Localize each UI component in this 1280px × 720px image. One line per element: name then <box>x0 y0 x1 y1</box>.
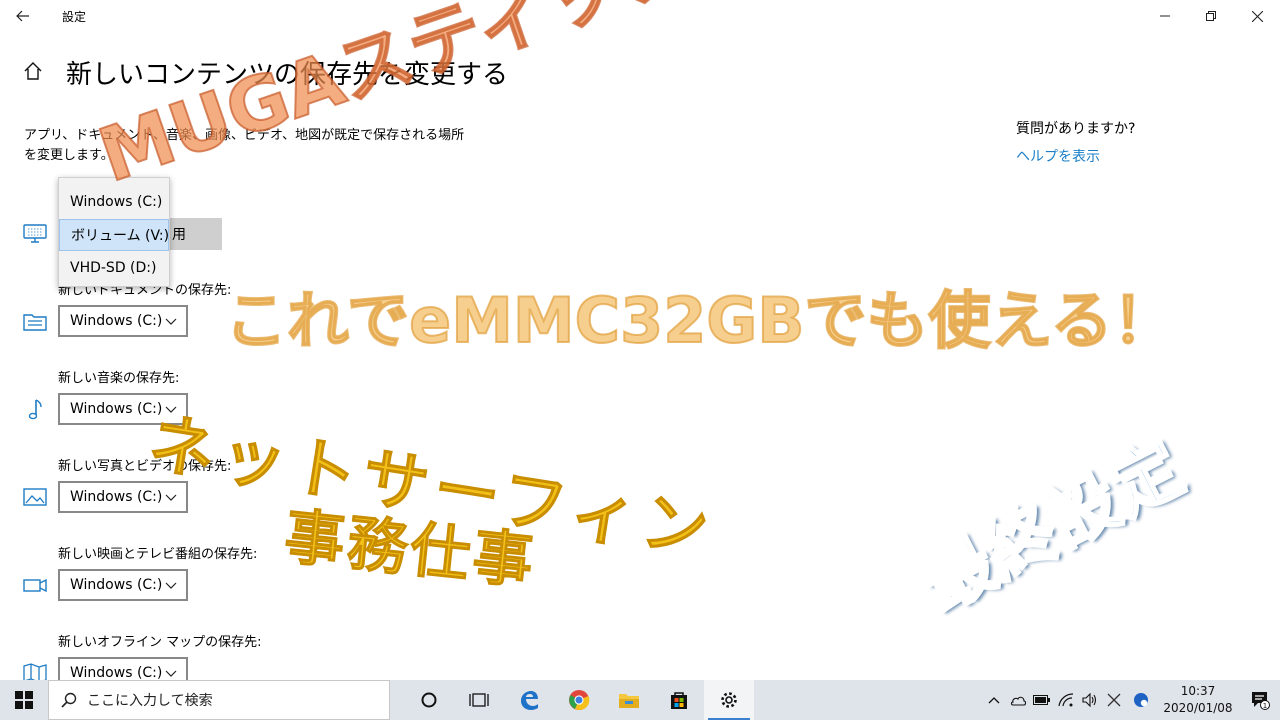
volume-tray-button[interactable] <box>1078 680 1102 720</box>
speaker-icon <box>1082 693 1097 707</box>
music-location-value: Windows (C:) <box>70 401 163 417</box>
app-save-location-combo-backdrop: 用 <box>170 218 222 250</box>
settings-icon <box>721 692 737 708</box>
overlay-subtitle: これでeMMC32GBでも使える！ <box>224 283 1176 358</box>
restore-icon <box>1206 11 1216 21</box>
music-location-label: 新しい音楽の保存先: <box>58 371 180 386</box>
music-note-icon <box>28 399 42 420</box>
search-icon <box>61 692 77 708</box>
no-network-tray-button[interactable] <box>1102 680 1126 720</box>
arrow-left-icon <box>16 10 29 22</box>
settings-taskbar-button[interactable] <box>704 680 754 720</box>
start-button[interactable] <box>0 680 48 720</box>
dropdown-option-vhd-sd[interactable]: VHD-SD (D:) <box>59 252 169 284</box>
overlay-badge: 最終設定 <box>907 425 1197 628</box>
page-description: アプリ、ドキュメント、音楽、画像、ビデオ、地図が既定で保存される場所を変更します… <box>24 128 465 163</box>
edge-icon <box>521 691 538 710</box>
task-view-button[interactable] <box>454 680 504 720</box>
minimize-icon <box>1160 15 1170 17</box>
close-x-icon <box>1107 693 1121 707</box>
file-explorer-icon <box>619 694 639 708</box>
store-icon <box>671 692 687 709</box>
chevron-down-icon <box>165 670 177 677</box>
taskbar-search-placeholder: ここに入力して検索 <box>87 693 213 709</box>
network-tray-button[interactable] <box>1054 680 1078 720</box>
page-title: 新しいコンテンツの保存先を変更する <box>66 60 509 90</box>
clock-date: 2020/01/08 <box>1163 701 1233 715</box>
battery-icon <box>1033 695 1050 705</box>
chrome-button[interactable] <box>554 680 604 720</box>
picture-icon <box>23 488 47 506</box>
movies-location-value: Windows (C:) <box>70 577 163 593</box>
battery-tray-button[interactable] <box>1030 680 1054 720</box>
photos-location-label: 新しい写真とビデオの保存先: <box>58 459 232 474</box>
wifi-icon <box>1058 693 1074 707</box>
cloud-icon <box>1010 696 1027 706</box>
notification-icon: 1 <box>1252 692 1270 710</box>
show-hidden-icons-button[interactable] <box>982 680 1006 720</box>
back-button[interactable] <box>0 0 46 32</box>
system-tray: 10:37 2020/01/08 1 <box>982 680 1280 720</box>
help-heading: 質問がありますか? <box>1016 121 1136 137</box>
task-view-icon <box>469 693 489 707</box>
onedrive-tray-button[interactable] <box>1006 680 1030 720</box>
restore-button[interactable] <box>1188 0 1234 32</box>
app-title: 設定 <box>62 9 87 24</box>
notification-count: 1 <box>1263 702 1267 710</box>
photos-location-select[interactable]: Windows (C:) <box>58 481 188 513</box>
dropdown-option-windows[interactable]: Windows (C:) <box>59 186 169 218</box>
movies-location-select[interactable]: Windows (C:) <box>58 569 188 601</box>
taskbar: ここに入力して検索 10:37 2020/01/08 1 <box>0 680 1280 720</box>
taskbar-search-box[interactable]: ここに入力して検索 <box>48 680 390 720</box>
close-icon <box>1251 10 1263 22</box>
documents-location-value: Windows (C:) <box>70 313 163 329</box>
chevron-down-icon <box>165 494 177 501</box>
cortana-icon <box>421 692 437 708</box>
folder-icon <box>23 314 47 331</box>
monitor-icon <box>23 224 47 243</box>
file-explorer-button[interactable] <box>604 680 654 720</box>
maps-location-label: 新しいオフライン マップの保存先: <box>58 635 262 650</box>
app-location-dropdown-list: Windows (C:) ボリューム (V:) VHD-SD (D:) <box>58 177 170 287</box>
music-location-select[interactable]: Windows (C:) <box>58 393 188 425</box>
close-button[interactable] <box>1234 0 1280 32</box>
help-link[interactable]: ヘルプを表示 <box>1016 146 1100 166</box>
app-tray-button[interactable] <box>1126 680 1156 720</box>
photos-location-value: Windows (C:) <box>70 489 163 505</box>
cortana-button[interactable] <box>404 680 454 720</box>
chevron-down-icon <box>165 406 177 413</box>
home-icon[interactable] <box>22 60 44 82</box>
dropdown-side-text: 用 <box>172 227 186 243</box>
clock-time: 10:37 <box>1180 684 1216 698</box>
chrome-icon <box>569 690 590 710</box>
edge-button[interactable] <box>504 680 554 720</box>
minimize-button[interactable] <box>1142 0 1188 32</box>
taskbar-clock[interactable]: 10:37 2020/01/08 <box>1156 683 1240 717</box>
chevron-up-icon <box>988 697 1000 704</box>
action-center-button[interactable]: 1 <box>1240 680 1280 720</box>
windows-logo-icon <box>15 691 33 709</box>
chevron-down-icon <box>165 582 177 589</box>
overlay-line-2: 事務仕事 <box>281 501 540 598</box>
title-bar: 設定 <box>0 0 1280 32</box>
movies-location-label: 新しい映画とテレビ番組の保存先: <box>58 547 258 562</box>
maps-location-value: Windows (C:) <box>70 665 163 681</box>
blue-app-icon <box>1134 693 1148 707</box>
video-camera-icon <box>23 578 47 593</box>
chevron-down-icon <box>165 318 177 325</box>
documents-location-select[interactable]: Windows (C:) <box>58 305 188 337</box>
window-controls <box>1142 0 1280 32</box>
dropdown-option-volume-selected[interactable]: ボリューム (V:) <box>59 219 169 251</box>
store-button[interactable] <box>654 680 704 720</box>
settings-window: 設定 新しいコンテンツの保存先を変更する アプリ、ドキュメント、音楽、画像、ビデ… <box>0 0 1280 720</box>
